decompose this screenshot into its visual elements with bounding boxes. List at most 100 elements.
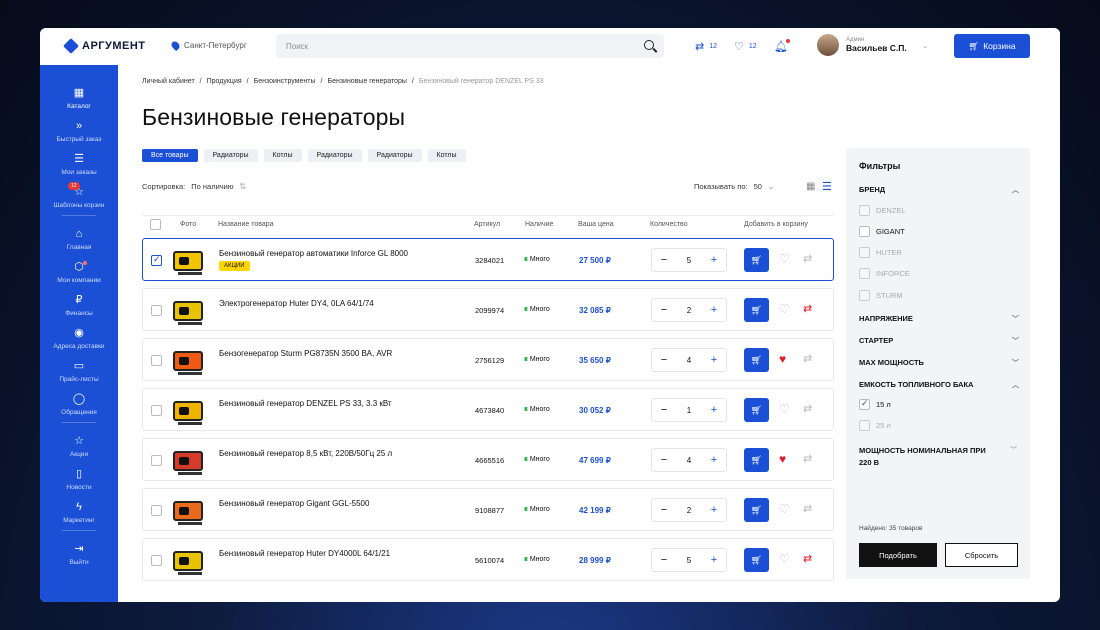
plus-button[interactable]: + (708, 454, 720, 466)
filter-option-gigant[interactable]: GIGANT (859, 226, 905, 237)
filter-option-inforce[interactable]: INFORCE (859, 268, 910, 279)
plus-button[interactable]: + (708, 504, 720, 516)
quantity-value[interactable]: 2 (687, 506, 691, 515)
chip-radiators[interactable]: Радиаторы (367, 149, 422, 162)
row-checkbox[interactable] (151, 505, 162, 516)
quantity-value[interactable]: 5 (687, 556, 691, 565)
favorite-icon[interactable]: ♡ (779, 402, 790, 416)
add-to-cart-button[interactable]: 🛒︎ (744, 498, 769, 522)
search-input[interactable] (276, 34, 616, 58)
apply-filters-button[interactable]: Подобрать (859, 543, 937, 567)
favorite-icon[interactable]: ♡ (779, 502, 790, 516)
breadcrumb-link[interactable]: Личный кабинет (142, 78, 195, 85)
filter-option-huter[interactable]: HUTER (859, 247, 902, 258)
table-row[interactable]: Электрогенератор Huter DY4, 0LA 64/1/74 … (142, 288, 834, 331)
breadcrumb-link[interactable]: Бензоинструменты (254, 78, 316, 85)
option-checkbox[interactable] (859, 398, 870, 410)
compare-icon[interactable]: ⇄ (803, 502, 812, 515)
favorite-icon[interactable]: ♡ (779, 552, 790, 566)
sidebar-item-promotions[interactable]: ☆ Акции (40, 435, 118, 458)
row-checkbox[interactable] (151, 254, 162, 266)
quantity-value[interactable]: 1 (687, 406, 691, 415)
add-to-cart-button[interactable]: 🛒︎ (744, 548, 769, 572)
filter-option-sturm[interactable]: STURM (859, 290, 903, 301)
filter-option-15l[interactable]: 15 л (859, 398, 891, 410)
compare-icon[interactable]: ⇄ (803, 352, 812, 365)
select-all-checkbox[interactable] (150, 219, 161, 230)
filter-section-starter[interactable]: СТАРТЕР ﹀ (859, 336, 1019, 345)
add-to-cart-button[interactable]: 🛒︎ (744, 448, 769, 472)
product-name[interactable]: Бензиновый генератор Gigant GGL-5500 (219, 499, 369, 508)
favorite-icon[interactable]: ♥ (779, 452, 786, 466)
cart-button[interactable]: 🛒︎ Корзина (954, 34, 1030, 58)
quantity-value[interactable]: 5 (687, 256, 691, 265)
chip-radiators[interactable]: Радиаторы (307, 149, 362, 162)
product-name[interactable]: Бензиновый генератор 8,5 кВт, 220В/50Гц … (219, 449, 392, 458)
chevron-down-icon[interactable]: ﹀ (1010, 445, 1017, 455)
minus-button[interactable]: − (658, 254, 670, 266)
user-menu[interactable]: Админ Васильев С.П. ⌄ (817, 34, 928, 56)
minus-button[interactable]: − (658, 304, 670, 316)
search-icon[interactable] (644, 40, 654, 50)
notifications-button[interactable]: 🔔︎ (774, 39, 790, 53)
quantity-value[interactable]: 2 (687, 306, 691, 315)
sidebar-item-requests[interactable]: ◯ Обращения (40, 393, 118, 416)
filter-section-brand[interactable]: БРЕНД ︿ (859, 185, 1019, 194)
table-row[interactable]: Бензиновый генератор Gigant GGL-5500 910… (142, 488, 834, 531)
sidebar-item-catalog[interactable]: ▦ Каталог (40, 87, 118, 110)
breadcrumb-link[interactable]: Продукция (207, 78, 242, 85)
compare-button[interactable]: ⇄ 12 (695, 40, 717, 53)
chip-all-products[interactable]: Все товары (142, 149, 198, 162)
chip-boilers[interactable]: Котлы (263, 149, 302, 162)
logo[interactable]: АРГУМЕНТ (63, 38, 146, 54)
product-name[interactable]: Бензогенератор Sturm PG8735N 3500 ВА, AV… (219, 349, 392, 358)
filter-section-max-power[interactable]: MAX МОЩНОСТЬ ﹀ (859, 358, 1019, 367)
filter-option-denzel[interactable]: DENZEL (859, 205, 906, 216)
sidebar-item-finance[interactable]: ₽ Финансы (40, 294, 118, 317)
sidebar-item-my-companies[interactable]: ⬡ Мои компании (40, 261, 118, 284)
chip-radiators[interactable]: Радиаторы (203, 149, 258, 162)
minus-button[interactable]: − (658, 404, 670, 416)
plus-button[interactable]: + (708, 254, 720, 266)
product-name[interactable]: Бензиновый генератор DENZEL PS 33, 3.3 к… (219, 399, 392, 408)
row-checkbox[interactable] (151, 555, 162, 566)
compare-icon[interactable]: ⇄ (803, 402, 812, 415)
minus-button[interactable]: − (658, 554, 670, 566)
sidebar-item-news[interactable]: ▯ Новости (40, 468, 118, 491)
table-row[interactable]: Бензиновый генератор DENZEL PS 33, 3.3 к… (142, 388, 834, 431)
row-checkbox[interactable] (151, 355, 162, 366)
compare-icon[interactable]: ⇄ (803, 302, 812, 315)
row-checkbox[interactable] (151, 455, 162, 466)
compare-icon[interactable]: ⇄ (803, 252, 812, 265)
filter-section-nominal-power[interactable]: МОЩНОСТЬ НОМИНАЛЬНАЯ ПРИ 220 В (859, 445, 989, 469)
compare-icon[interactable]: ⇄ (803, 452, 812, 465)
minus-button[interactable]: − (658, 504, 670, 516)
sidebar-item-my-orders[interactable]: ☰ Мои заказы (40, 153, 118, 176)
quantity-value[interactable]: 4 (687, 356, 691, 365)
product-name[interactable]: Бензиновый генератор Huter DY4000L 64/1/… (219, 549, 390, 558)
filter-section-voltage[interactable]: НАПРЯЖЕНИЕ ﹀ (859, 314, 1019, 323)
option-checkbox[interactable] (859, 420, 870, 431)
favorite-icon[interactable]: ♡ (779, 252, 790, 266)
sidebar-item-delivery-addresses[interactable]: ◉ Адреса доставки (40, 327, 118, 350)
sidebar-item-logout[interactable]: ⇥ Выйти (40, 543, 118, 566)
plus-button[interactable]: + (708, 554, 720, 566)
table-row[interactable]: Бензиновый генератор автоматики Inforce … (142, 238, 834, 281)
filter-option-25l[interactable]: 25 л (859, 420, 891, 431)
quantity-value[interactable]: 4 (687, 456, 691, 465)
option-checkbox[interactable] (859, 205, 870, 216)
table-row[interactable]: Бензогенератор Sturm PG8735N 3500 ВА, AV… (142, 338, 834, 381)
favorites-button[interactable]: ♡ 12 (734, 40, 757, 53)
chip-boilers[interactable]: Котлы (427, 149, 466, 162)
product-name[interactable]: Электрогенератор Huter DY4, 0LA 64/1/74 (219, 299, 374, 308)
row-checkbox[interactable] (151, 405, 162, 416)
add-to-cart-button[interactable]: 🛒︎ (744, 348, 769, 372)
plus-button[interactable]: + (708, 304, 720, 316)
sidebar-item-home[interactable]: ⌂ Главная (40, 228, 118, 251)
add-to-cart-button[interactable]: 🛒︎ (744, 298, 769, 322)
sidebar-item-quick-order[interactable]: » Быстрый заказ (40, 120, 118, 143)
filter-section-tank[interactable]: ЕМКОСТЬ ТОПЛИВНОГО БАКА ︿ (859, 380, 1019, 389)
plus-button[interactable]: + (708, 354, 720, 366)
grid-view-icon[interactable]: ▦ (806, 181, 815, 192)
add-to-cart-button[interactable]: 🛒︎ (744, 248, 769, 272)
